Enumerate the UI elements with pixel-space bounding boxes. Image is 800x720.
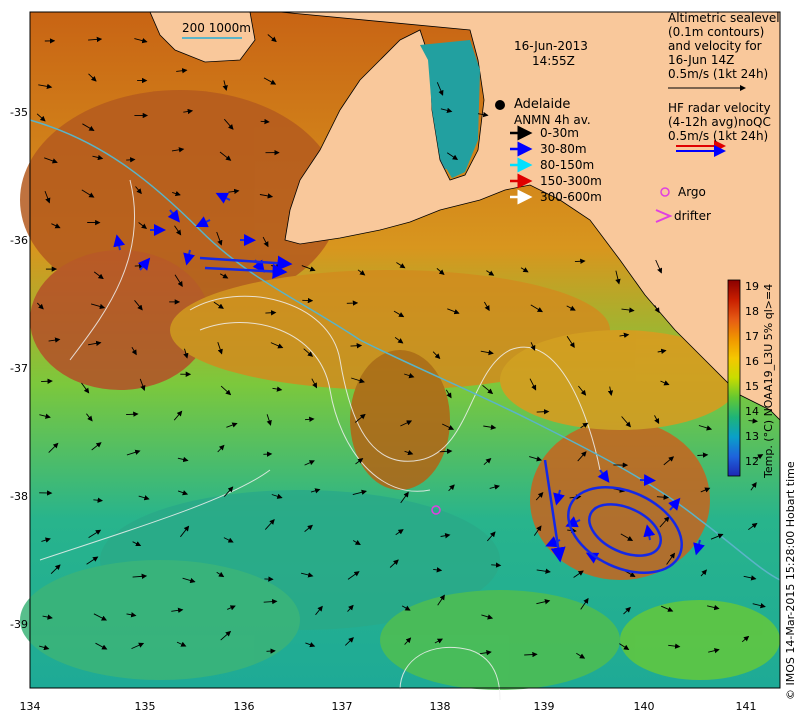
hf-legend-line: (4-12h avg)noQC bbox=[668, 115, 771, 129]
credit-text: © IMOS 14-Mar-2015 15:28:00 Hobart time bbox=[784, 461, 797, 700]
anmn-legend-item: 0-30m bbox=[540, 126, 579, 140]
colorbar-tick: 16 bbox=[745, 355, 759, 368]
altimetry-legend-line: 0.5m/s (1kt 24h) bbox=[668, 67, 769, 81]
y-tick: -36 bbox=[10, 234, 28, 247]
colorbar-tick: 14 bbox=[745, 405, 759, 418]
velocity-arrow bbox=[260, 118, 270, 125]
map-date: 16-Jun-2013 bbox=[514, 39, 588, 53]
adelaide-dot bbox=[495, 100, 505, 110]
argo-legend-label: Argo bbox=[678, 185, 706, 199]
scale-bar-label: 200 1000m bbox=[182, 21, 251, 35]
velocity-arrow bbox=[491, 562, 502, 568]
y-tick: -39 bbox=[10, 618, 28, 631]
colorbar-tick: 15 bbox=[745, 380, 759, 393]
x-tick: 139 bbox=[533, 700, 555, 713]
y-tick: -38 bbox=[10, 490, 28, 503]
colorbar-tick: 17 bbox=[745, 330, 759, 343]
anmn-legend-item: 30-80m bbox=[540, 142, 587, 156]
hf-legend-line: 0.5m/s (1kt 24h) bbox=[668, 129, 769, 143]
x-tick: 141 bbox=[735, 700, 757, 713]
hf-legend-line: HF radar velocity bbox=[668, 101, 771, 115]
velocity-arrow bbox=[265, 310, 277, 316]
velocity-arrow bbox=[536, 409, 550, 415]
drifter-legend-label: drifter bbox=[674, 209, 711, 223]
velocity-arrow bbox=[41, 378, 53, 384]
colorbar-tick: 18 bbox=[745, 305, 759, 318]
altimetry-legend-line: and velocity for bbox=[668, 39, 762, 53]
colorbar-label: Temp. (°C) NOAA19_L3U 5% ql>=4 bbox=[762, 283, 775, 478]
colorbar-tick: 12 bbox=[745, 455, 759, 468]
anmn-legend-item: 150-300m bbox=[540, 174, 602, 188]
y-tick: -35 bbox=[10, 106, 28, 119]
velocity-arrow bbox=[350, 343, 363, 349]
map-time: 14:55Z bbox=[532, 54, 575, 68]
altimetry-legend-line: (0.1m contours) bbox=[668, 25, 765, 39]
anmn-legend-item: 80-150m bbox=[540, 158, 595, 172]
altimetry-legend-line: Altimetric sealevel bbox=[668, 11, 780, 25]
x-tick: 140 bbox=[633, 700, 655, 713]
city-label: Adelaide bbox=[514, 97, 571, 112]
velocity-arrow bbox=[266, 648, 276, 654]
colorbar bbox=[727, 279, 741, 477]
colorbar-tick: 13 bbox=[745, 430, 759, 443]
hf-velocity-arrow bbox=[639, 474, 656, 487]
velocity-arrow bbox=[574, 258, 586, 264]
colorbar-tick: 19 bbox=[745, 280, 759, 293]
velocity-arrow bbox=[126, 411, 139, 417]
altimetry-legend-line: 16-Jun 14Z bbox=[668, 53, 735, 67]
x-tick: 136 bbox=[233, 700, 255, 713]
x-tick: 135 bbox=[134, 700, 156, 713]
x-tick: 137 bbox=[331, 700, 353, 713]
anmn-legend-item: 300-600m bbox=[540, 190, 602, 204]
x-tick: 134 bbox=[19, 700, 41, 713]
velocity-arrow bbox=[126, 157, 136, 163]
y-tick: -37 bbox=[10, 362, 28, 375]
x-tick: 138 bbox=[429, 700, 451, 713]
